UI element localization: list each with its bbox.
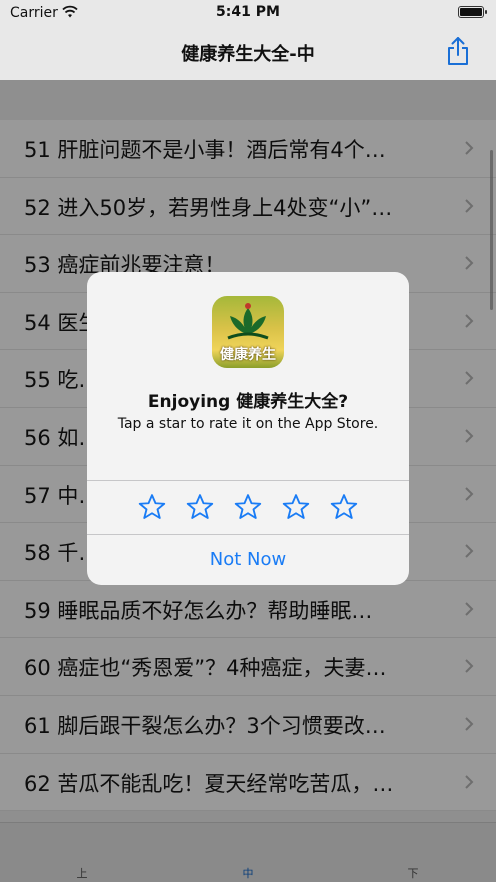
tab-bar: 上 中 下: [0, 822, 496, 882]
star-1-icon[interactable]: [137, 492, 167, 522]
list-item-title: 59 睡眠品质不好怎么办？帮助睡眠…: [24, 598, 373, 623]
chevron-right-icon: [465, 198, 474, 213]
chevron-right-icon: [465, 774, 474, 789]
chevron-right-icon: [465, 717, 474, 731]
chevron-right-icon: [465, 314, 474, 328]
chevron-right-icon: [465, 602, 474, 616]
list-item-title: 61 脚后跟干裂怎么办？3个习惯要改…: [24, 713, 386, 738]
dialog-message: Tap a star to rate it on the App Store.: [117, 416, 379, 432]
chevron-right-icon: [465, 256, 474, 270]
chevron-right-icon: [465, 659, 474, 674]
scroll-indicator[interactable]: [490, 150, 493, 310]
app-icon: 健康养生: [212, 296, 284, 368]
list-header-spacer: [0, 80, 496, 120]
list-item[interactable]: 61 脚后跟干裂怎么办？3个习惯要改…: [0, 695, 496, 754]
chevron-right-icon: [465, 486, 474, 501]
tab-upper[interactable]: 上: [62, 865, 102, 881]
divider: [87, 480, 409, 481]
chevron-right-icon: [465, 429, 474, 443]
chevron-right-icon: [465, 371, 474, 386]
lotus-icon: [227, 303, 269, 340]
dialog-title: Enjoying 健康养生大全?: [147, 392, 349, 412]
rating-dialog: 健康养生 Enjoying 健康养生大全? Tap a star to rate…: [87, 272, 409, 585]
chevron-right-icon: [465, 544, 474, 558]
app-icon-label: 健康养生: [220, 347, 276, 363]
battery-icon: [458, 6, 487, 18]
list-item-title: 62 苦瓜不能乱吃！夏天经常吃苦瓜，…: [24, 771, 394, 796]
tab-middle[interactable]: 中: [228, 865, 268, 881]
tab-lower[interactable]: 下: [393, 865, 433, 881]
star-5-icon[interactable]: [329, 492, 359, 522]
not-now-button[interactable]: Not Now: [87, 534, 409, 585]
list-item-title: 60 癌症也“秀恩爱”？4种癌症，夫妻…: [24, 656, 387, 681]
page-title: 健康养生大全-中: [181, 44, 315, 65]
star-4-icon[interactable]: [281, 492, 311, 522]
list-item[interactable]: 52 进入50岁，若男性身上4处变“小”…: [0, 177, 496, 236]
status-time: 5:41 PM: [216, 4, 280, 20]
chevron-right-icon: [465, 141, 474, 155]
list-item[interactable]: 60 癌症也“秀恩爱”？4种癌症，夫妻…: [0, 638, 496, 696]
star-3-icon[interactable]: [233, 492, 263, 522]
share-icon[interactable]: [446, 36, 470, 66]
list-item-title: 52 进入50岁，若男性身上4处变“小”…: [24, 195, 393, 220]
navigation-bar: 健康养生大全-中: [0, 26, 496, 80]
status-bar: Carrier 5:41 PM: [0, 0, 496, 26]
list-item[interactable]: 51 肝脏问题不是小事！酒后常有4个…: [0, 120, 496, 178]
list-item[interactable]: 59 睡眠品质不好怎么办？帮助睡眠…: [0, 580, 496, 639]
list-item-title: 51 肝脏问题不是小事！酒后常有4个…: [24, 138, 386, 162]
list-item[interactable]: 62 苦瓜不能乱吃！夏天经常吃苦瓜，…: [0, 753, 496, 812]
star-rating: [129, 492, 369, 524]
star-2-icon[interactable]: [185, 492, 215, 522]
